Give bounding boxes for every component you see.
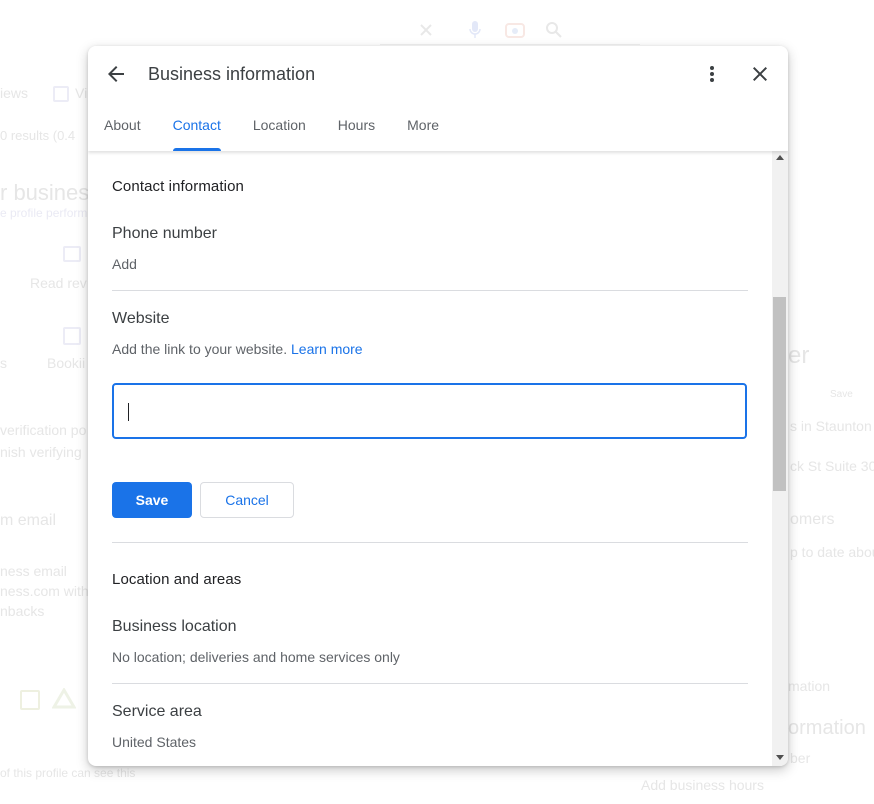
bg-email-3: nbacks: [0, 603, 45, 619]
bg-email-heading: m email: [0, 512, 57, 529]
business-information-dialog: Business information About Contact Locat…: [88, 46, 788, 766]
divider: [112, 683, 748, 684]
website-input[interactable]: [112, 383, 747, 439]
bg-results-text: 0 results (0.4: [0, 128, 76, 143]
more-vert-icon: [710, 66, 714, 82]
search-bar-underline: [380, 44, 640, 45]
tab-about[interactable]: About: [88, 106, 157, 151]
bg-verification-2: nish verifying: [0, 444, 82, 460]
tab-hours[interactable]: Hours: [322, 106, 391, 151]
website-help-text: Add the link to your website. Learn more: [112, 341, 363, 357]
contact-section-title: Contact information: [112, 178, 244, 195]
bg-footer-left: of this profile can see this: [0, 766, 136, 780]
business-location-label: Business location: [112, 618, 237, 635]
bg-right-customers: omers: [790, 511, 835, 528]
bg-right-save: Save: [830, 389, 853, 400]
website-label: Website: [112, 310, 170, 327]
bg-right-ber: ber: [790, 750, 811, 766]
phone-number-label: Phone number: [112, 225, 217, 242]
search-icon: [546, 22, 562, 38]
close-icon: [753, 67, 767, 81]
tab-location[interactable]: Location: [237, 106, 322, 151]
tab-contact[interactable]: Contact: [157, 106, 237, 151]
bg-right-mation: mation: [788, 678, 831, 694]
text-caret: [128, 403, 129, 421]
dialog-title: Business information: [148, 64, 316, 84]
bg-calendar-icon: [63, 327, 81, 345]
business-location-value[interactable]: No location; deliveries and home service…: [112, 649, 400, 665]
mic-icon: [469, 21, 481, 38]
back-button[interactable]: [104, 62, 128, 86]
divider: [112, 542, 748, 543]
website-help: Add the link to your website.: [112, 341, 288, 357]
bg-email-2: ness.com with: [0, 583, 89, 599]
bg-right-hours: Add business hours: [641, 777, 764, 793]
clear-search-icon: [420, 24, 432, 36]
scroll-down-arrow-icon[interactable]: [776, 755, 784, 760]
save-button[interactable]: Save: [112, 482, 192, 518]
bg-read-reviews: Read rev: [30, 275, 87, 291]
tab-bar: About Contact Location Hours More: [88, 106, 455, 151]
more-options-button[interactable]: [700, 62, 724, 86]
bg-right-staunton: s in Staunton: [790, 418, 872, 434]
bg-video-icon: [53, 86, 69, 102]
bg-reviews-text: iews: [0, 85, 29, 101]
learn-more-link[interactable]: Learn more: [291, 341, 363, 357]
service-area-label: Service area: [112, 703, 202, 720]
lens-icon: [505, 23, 525, 38]
bg-right-uptodate: p to date about: [790, 544, 874, 560]
bg-videos-text: Vi: [75, 85, 88, 101]
dialog-header: Business information About Contact Locat…: [88, 46, 788, 151]
bg-app-icon: [20, 690, 40, 710]
bg-right-er: er: [788, 342, 810, 369]
location-section-title: Location and areas: [112, 571, 242, 588]
scroll-up-arrow-icon[interactable]: [776, 155, 784, 160]
bg-bookings: Bookii: [47, 355, 86, 371]
bg-review-icon: [63, 246, 81, 262]
bg-business-sub: e profile perform: [0, 206, 88, 220]
arrow-back-icon: [108, 66, 124, 82]
bg-s-label: s: [0, 355, 7, 371]
bg-business-heading: r business: [0, 180, 101, 205]
close-button[interactable]: [748, 62, 772, 86]
divider: [112, 290, 748, 291]
dialog-body: Contact information Phone number Add Web…: [88, 151, 772, 766]
scrollbar-thumb[interactable]: [773, 297, 786, 491]
tab-more[interactable]: More: [391, 106, 455, 151]
service-area-value[interactable]: United States: [112, 734, 196, 750]
vertical-scrollbar[interactable]: [772, 151, 788, 766]
cancel-button[interactable]: Cancel: [200, 482, 294, 518]
bg-right-suite: ck St Suite 300: [790, 458, 874, 474]
bg-drive-icon: [52, 688, 76, 709]
add-phone-button[interactable]: Add: [112, 256, 137, 272]
bg-right-formation: ormation: [788, 717, 866, 739]
bg-verification-1: verification po: [0, 422, 87, 438]
bg-email-1: ness email: [0, 563, 67, 579]
